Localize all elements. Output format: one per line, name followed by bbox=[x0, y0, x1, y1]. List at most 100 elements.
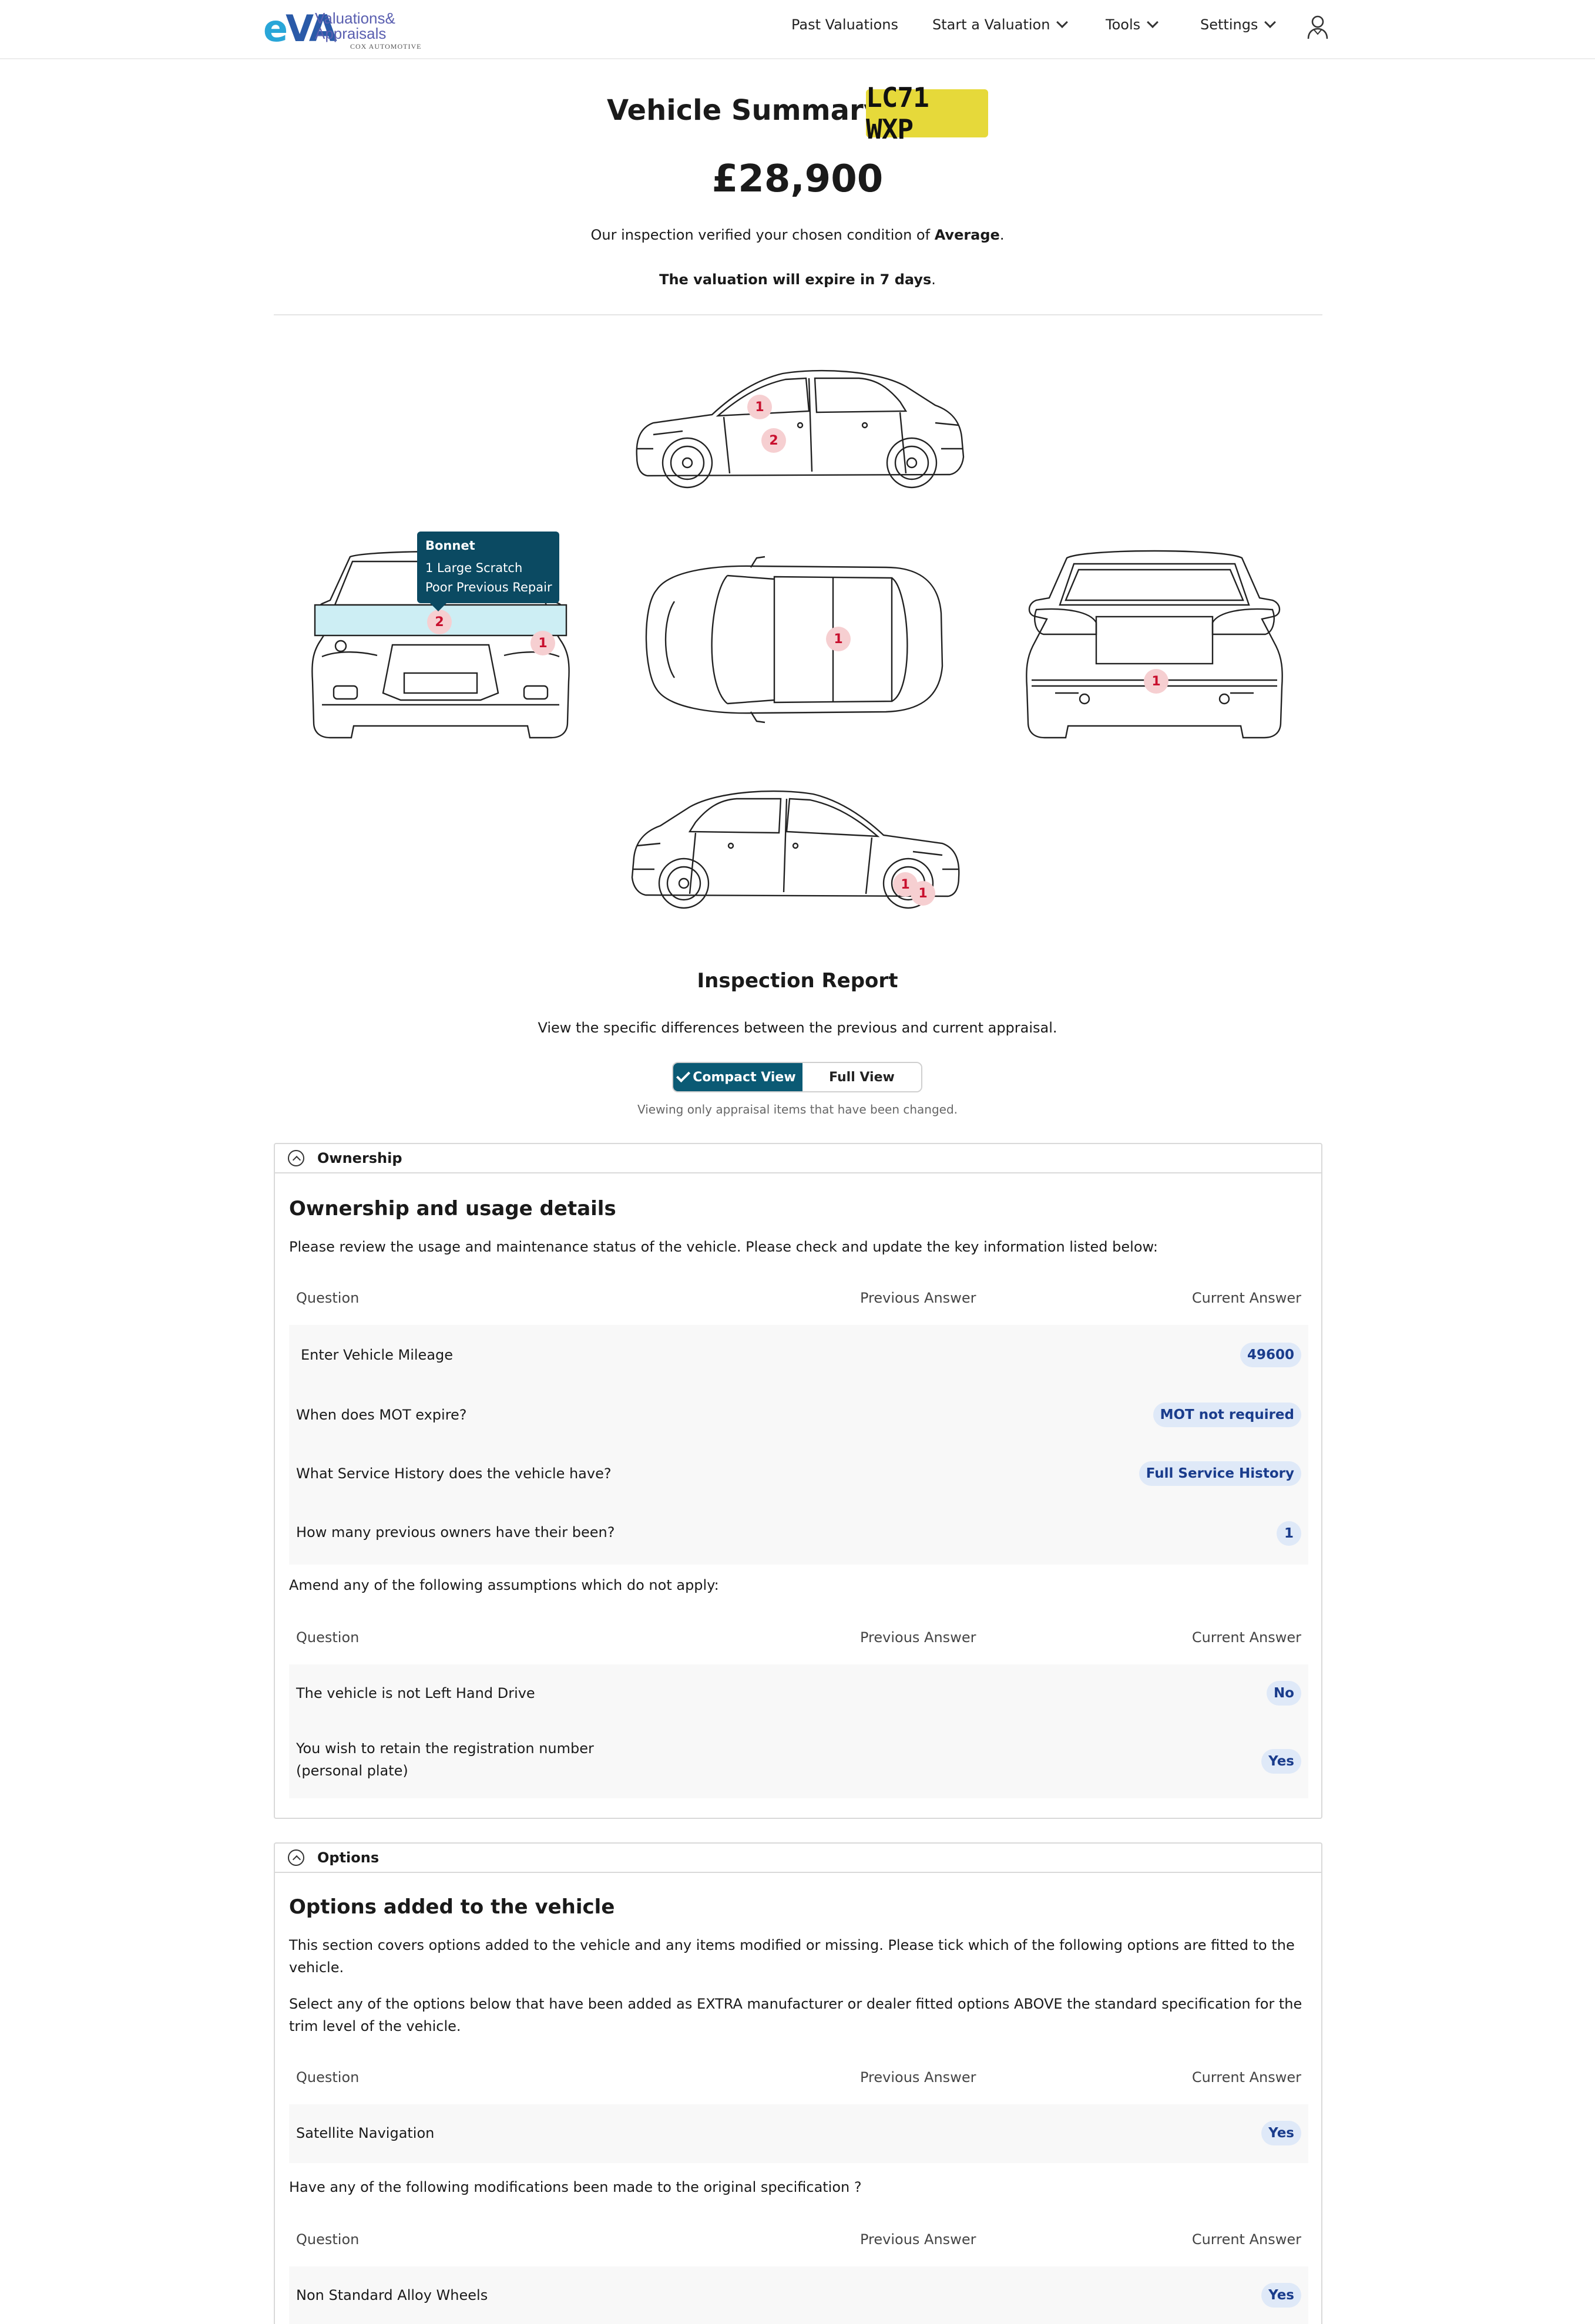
ownership-intro: Please review the usage and maintenance … bbox=[289, 1239, 1158, 1255]
verify-prefix: Our inspection verified your chosen cond… bbox=[590, 227, 935, 243]
assumptions-label: Amend any of the following assumptions w… bbox=[289, 1577, 719, 1593]
column-previous-answer: Previous Answer bbox=[860, 1290, 976, 1306]
options-section: Options Options added to the vehicle Thi… bbox=[274, 1842, 1322, 2324]
row-question-line2: (personal plate) bbox=[296, 1763, 408, 1779]
chevron-down-icon bbox=[1264, 16, 1277, 28]
table-header: Question Previous Answer Current Answer bbox=[289, 1286, 1308, 1310]
options-title: Options added to the vehicle bbox=[289, 1895, 615, 1919]
damage-tooltip: Bonnet 1 Large Scratch Poor Previous Rep… bbox=[417, 532, 559, 611]
table-row: When does MOT expire? MOT not required bbox=[289, 1386, 1308, 1445]
row-question: Enter Vehicle Mileage bbox=[301, 1347, 454, 1363]
nav-settings[interactable]: Settings bbox=[1200, 16, 1277, 33]
current-answer-badge: Yes bbox=[1261, 1749, 1301, 1774]
nav-tools[interactable]: Tools bbox=[1106, 16, 1159, 33]
logo-brand-line1: Valuations& bbox=[315, 9, 395, 27]
car-side-view-left bbox=[630, 369, 966, 492]
options-intro: This section covers options added to the… bbox=[289, 1937, 1295, 1976]
nav-settings-label: Settings bbox=[1200, 16, 1258, 33]
chevron-up-circle-icon bbox=[288, 1849, 304, 1866]
page-title: Vehicle Summary bbox=[607, 94, 882, 127]
damage-marker[interactable]: 1 bbox=[911, 881, 935, 906]
row-question: Non Standard Alloy Wheels bbox=[296, 2287, 488, 2303]
compact-view-label: Compact View bbox=[693, 1069, 796, 1085]
current-answer-badge: 1 bbox=[1277, 1521, 1301, 1546]
nav-past-valuations[interactable]: Past Valuations bbox=[791, 16, 898, 33]
column-previous-answer: Previous Answer bbox=[860, 1629, 976, 1646]
logo-subtitle: COX AUTOMOTIVE bbox=[350, 42, 422, 51]
eva-logo[interactable]: eVA Valuations& Appraisals COX AUTOMOTIVE bbox=[263, 7, 421, 51]
damage-marker[interactable]: 2 bbox=[761, 428, 786, 453]
check-icon bbox=[676, 1068, 691, 1083]
damage-marker[interactable]: 1 bbox=[530, 631, 555, 655]
full-view-button[interactable]: Full View bbox=[802, 1063, 921, 1091]
table-row: The vehicle is not Left Hand Drive No bbox=[289, 1664, 1308, 1723]
verified-condition: Average bbox=[934, 227, 1000, 243]
valuation-price: £28,900 bbox=[711, 157, 884, 201]
table-row: Non Standard Alloy Wheels Yes bbox=[289, 2266, 1308, 2324]
column-question: Question bbox=[296, 2231, 360, 2248]
ownership-section-header[interactable]: Ownership bbox=[275, 1144, 1321, 1173]
user-account-icon[interactable] bbox=[1306, 14, 1329, 40]
current-answer-badge: Yes bbox=[1261, 2283, 1301, 2308]
options-section-header[interactable]: Options bbox=[275, 1844, 1321, 1873]
row-question-line1: You wish to retain the registration numb… bbox=[296, 1740, 594, 1757]
expiry-suffix: . bbox=[931, 271, 936, 288]
column-current-answer: Current Answer bbox=[1191, 2231, 1301, 2248]
ownership-section: Ownership Ownership and usage details Pl… bbox=[274, 1143, 1322, 1819]
chevron-down-icon bbox=[1147, 16, 1159, 28]
nav-tools-label: Tools bbox=[1106, 16, 1141, 33]
car-top-view bbox=[639, 554, 946, 725]
current-answer-badge: MOT not required bbox=[1153, 1403, 1301, 1427]
row-question: How many previous owners have their been… bbox=[296, 1524, 615, 1541]
current-answer-badge: No bbox=[1266, 1681, 1301, 1706]
nav-past-valuations-label: Past Valuations bbox=[791, 16, 898, 33]
verify-suffix: . bbox=[999, 227, 1005, 243]
row-question: What Service History does the vehicle ha… bbox=[296, 1465, 612, 1482]
row-question: Satellite Navigation bbox=[296, 2125, 435, 2141]
condition-verification: Our inspection verified your chosen cond… bbox=[0, 227, 1595, 243]
column-previous-answer: Previous Answer bbox=[860, 2069, 976, 2086]
logo-brand-line2: Appraisals bbox=[315, 25, 387, 42]
tooltip-line: Poor Previous Repair bbox=[425, 580, 552, 594]
column-question: Question bbox=[296, 1290, 360, 1306]
expiry-notice: The valuation will expire in 7 days. bbox=[0, 271, 1595, 288]
damage-marker[interactable]: 1 bbox=[1144, 669, 1168, 694]
view-toggle: Compact View Full View bbox=[672, 1062, 922, 1092]
chevron-down-icon bbox=[1056, 16, 1069, 28]
column-question: Question bbox=[296, 2069, 360, 2086]
table-row: You wish to retain the registration numb… bbox=[289, 1723, 1308, 1798]
divider bbox=[274, 314, 1322, 315]
car-rear-view bbox=[1020, 546, 1289, 740]
damage-marker[interactable]: 2 bbox=[427, 610, 452, 634]
current-answer-badge: 49600 bbox=[1240, 1343, 1301, 1367]
expiry-bold: The valuation will expire in 7 days bbox=[659, 271, 932, 288]
options-header-label: Options bbox=[317, 1849, 380, 1866]
top-navigation: eVA Valuations& Appraisals COX AUTOMOTIVE… bbox=[0, 0, 1595, 59]
logo-mark-e: e bbox=[263, 7, 288, 50]
view-toggle-note: Viewing only appraisal items that have b… bbox=[637, 1102, 958, 1116]
full-view-label: Full View bbox=[829, 1069, 895, 1085]
inspection-report-title: Inspection Report bbox=[697, 969, 898, 993]
current-answer-badge: Full Service History bbox=[1139, 1461, 1301, 1486]
damage-marker[interactable]: 1 bbox=[826, 627, 851, 651]
logo-brand: Valuations& Appraisals bbox=[315, 11, 395, 41]
column-current-answer: Current Answer bbox=[1191, 1290, 1301, 1306]
ownership-title: Ownership and usage details bbox=[289, 1197, 616, 1220]
current-answer-badge: Yes bbox=[1261, 2121, 1301, 2145]
inspection-report-description: View the specific differences between th… bbox=[538, 1020, 1057, 1036]
nav-start-valuation[interactable]: Start a Valuation bbox=[932, 16, 1069, 33]
nav-start-valuation-label: Start a Valuation bbox=[932, 16, 1050, 33]
column-question: Question bbox=[296, 1629, 360, 1646]
table-row: What Service History does the vehicle ha… bbox=[289, 1445, 1308, 1504]
damage-marker[interactable]: 1 bbox=[747, 395, 772, 419]
column-current-answer: Current Answer bbox=[1191, 2069, 1301, 2086]
table-row: Satellite Navigation Yes bbox=[289, 2104, 1308, 2163]
table-row: How many previous owners have their been… bbox=[289, 1504, 1308, 1565]
chevron-up-circle-icon bbox=[288, 1150, 304, 1166]
compact-view-button[interactable]: Compact View bbox=[673, 1063, 802, 1091]
tooltip-line: 1 Large Scratch bbox=[425, 561, 523, 575]
modifications-label: Have any of the following modifications … bbox=[289, 2179, 862, 2195]
registration-plate: LC71 WXP bbox=[866, 82, 988, 145]
row-question: You wish to retain the registration numb… bbox=[296, 1737, 594, 1782]
table-header: Question Previous Answer Current Answer bbox=[289, 2066, 1308, 2089]
